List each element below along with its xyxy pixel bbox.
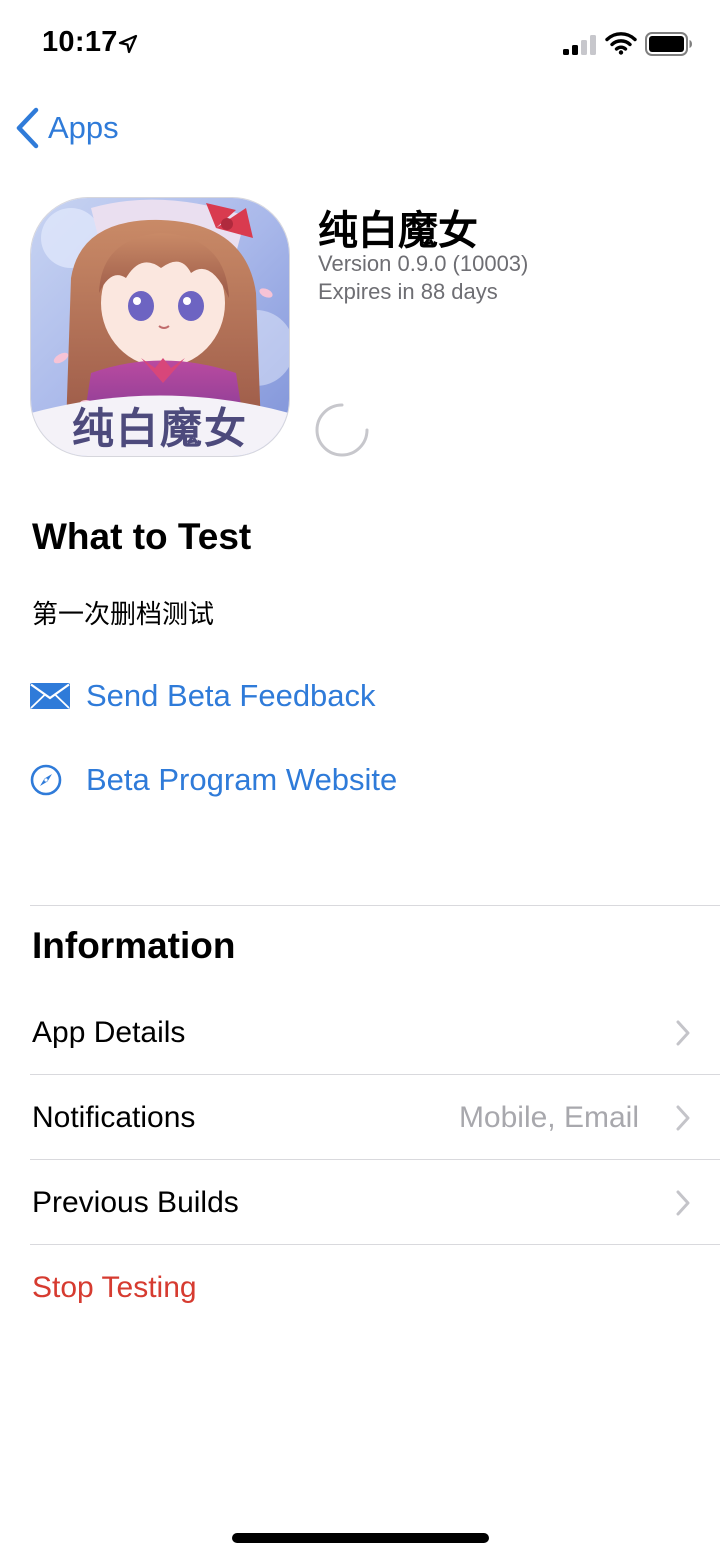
- chevron-right-icon: [676, 1105, 690, 1131]
- notifications-label: Notifications: [32, 1100, 196, 1134]
- back-button[interactable]: Apps: [14, 105, 119, 151]
- wifi-icon: [605, 32, 637, 55]
- stop-testing-label: Stop Testing: [32, 1270, 197, 1304]
- notifications-value: Mobile, Email: [458, 1100, 639, 1134]
- location-arrow-icon: [118, 34, 138, 54]
- cellular-signal-icon: [563, 35, 596, 55]
- chevron-right-icon: [676, 1020, 690, 1046]
- app-icon-title: 纯白魔女: [72, 404, 248, 453]
- beta-program-website-label: Beta Program Website: [86, 762, 398, 797]
- compass-icon: [30, 764, 62, 796]
- information-title: Information: [32, 925, 236, 966]
- send-beta-feedback-label: Send Beta Feedback: [86, 678, 376, 713]
- loading-spinner-icon: [315, 403, 369, 457]
- home-indicator[interactable]: [232, 1533, 489, 1543]
- beta-program-website-link[interactable]: Beta Program Website: [30, 755, 397, 805]
- app-icon-artwork: 纯白魔女: [31, 198, 289, 456]
- what-to-test-title: What to Test: [32, 516, 252, 557]
- chevron-left-icon: [16, 107, 39, 149]
- previous-builds-row[interactable]: Previous Builds: [32, 1160, 720, 1245]
- back-button-label: Apps: [48, 110, 119, 145]
- app-version: Version 0.9.0 (10003): [318, 251, 529, 276]
- status-time: 10:17: [42, 26, 118, 58]
- status-bar: 10:17: [0, 0, 720, 90]
- app-expiry: Expires in 88 days: [318, 279, 498, 304]
- battery-icon: [645, 32, 692, 56]
- envelope-icon: [30, 683, 70, 709]
- notifications-row[interactable]: Notifications Mobile, Email: [32, 1075, 720, 1160]
- send-beta-feedback-link[interactable]: Send Beta Feedback: [30, 671, 376, 721]
- app-details-row[interactable]: App Details: [32, 990, 720, 1075]
- previous-builds-label: Previous Builds: [32, 1185, 239, 1219]
- stop-testing-button[interactable]: Stop Testing: [32, 1245, 197, 1330]
- app-icon: 纯白魔女: [30, 197, 290, 457]
- chevron-right-icon: [676, 1190, 690, 1216]
- section-divider: [30, 905, 720, 906]
- app-name: 纯白魔女: [318, 208, 478, 254]
- app-details-label: App Details: [32, 1015, 186, 1049]
- test-notes: 第一次删档测试: [32, 600, 215, 630]
